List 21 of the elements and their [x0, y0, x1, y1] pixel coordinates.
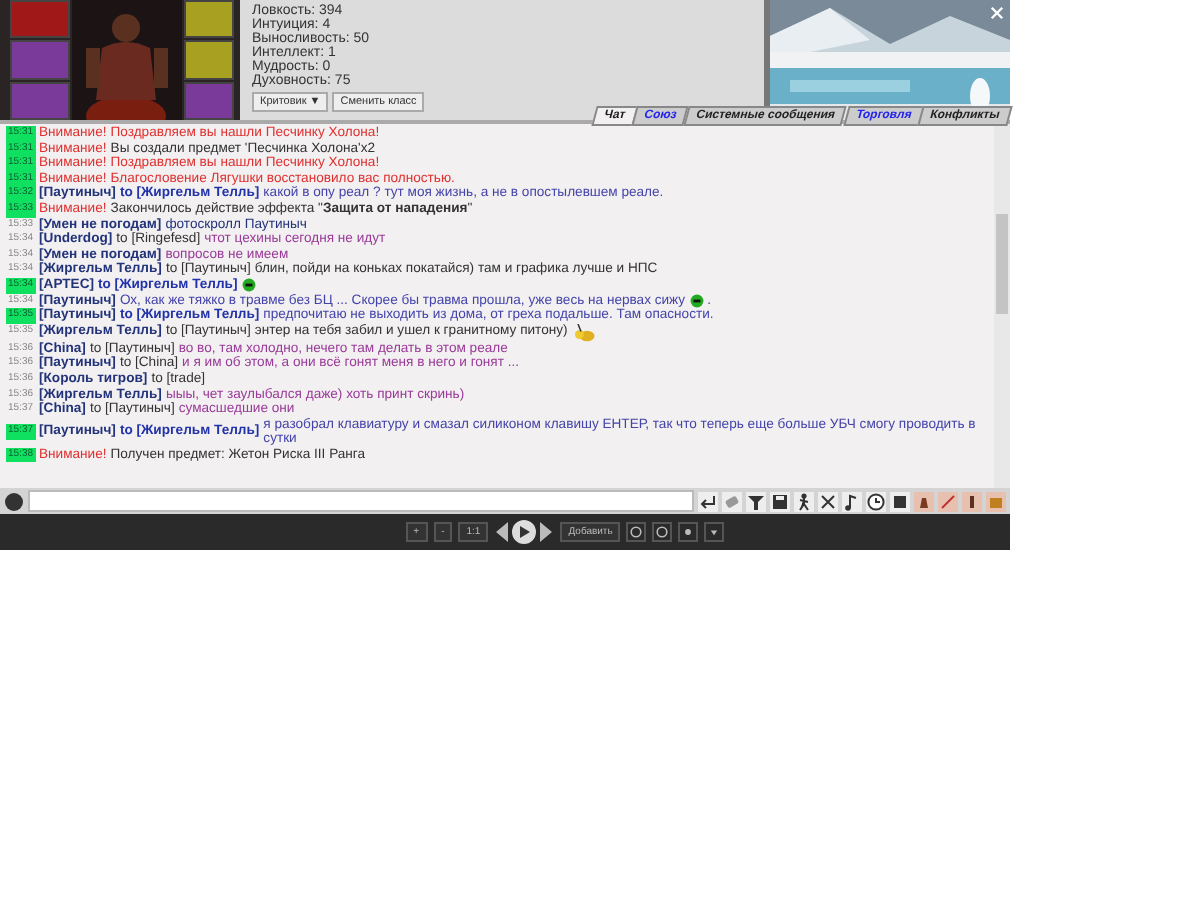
play-icon[interactable]	[494, 518, 555, 546]
creature-icon	[571, 323, 596, 342]
funnel-icon[interactable]	[746, 491, 766, 511]
redo-icon[interactable]	[652, 522, 673, 542]
character-figure	[72, 0, 182, 120]
undo-icon[interactable]	[626, 522, 647, 542]
smiley-icon	[689, 293, 704, 308]
scissors-icon[interactable]	[818, 491, 838, 511]
floppy-icon[interactable]	[770, 491, 790, 511]
dropdown-icon[interactable]	[704, 522, 725, 542]
note-icon[interactable]	[842, 491, 862, 511]
enter-icon[interactable]	[698, 491, 718, 511]
message-input[interactable]	[28, 490, 694, 512]
avatar-icon[interactable]	[4, 491, 24, 511]
clock-icon[interactable]	[866, 491, 886, 511]
close-icon[interactable]	[990, 6, 1004, 20]
scrollbar[interactable]	[994, 124, 1010, 488]
smiley-icon	[241, 278, 256, 293]
walker-icon[interactable]	[794, 491, 814, 511]
item-slot[interactable]	[184, 40, 234, 80]
item-slot[interactable]	[184, 0, 234, 39]
